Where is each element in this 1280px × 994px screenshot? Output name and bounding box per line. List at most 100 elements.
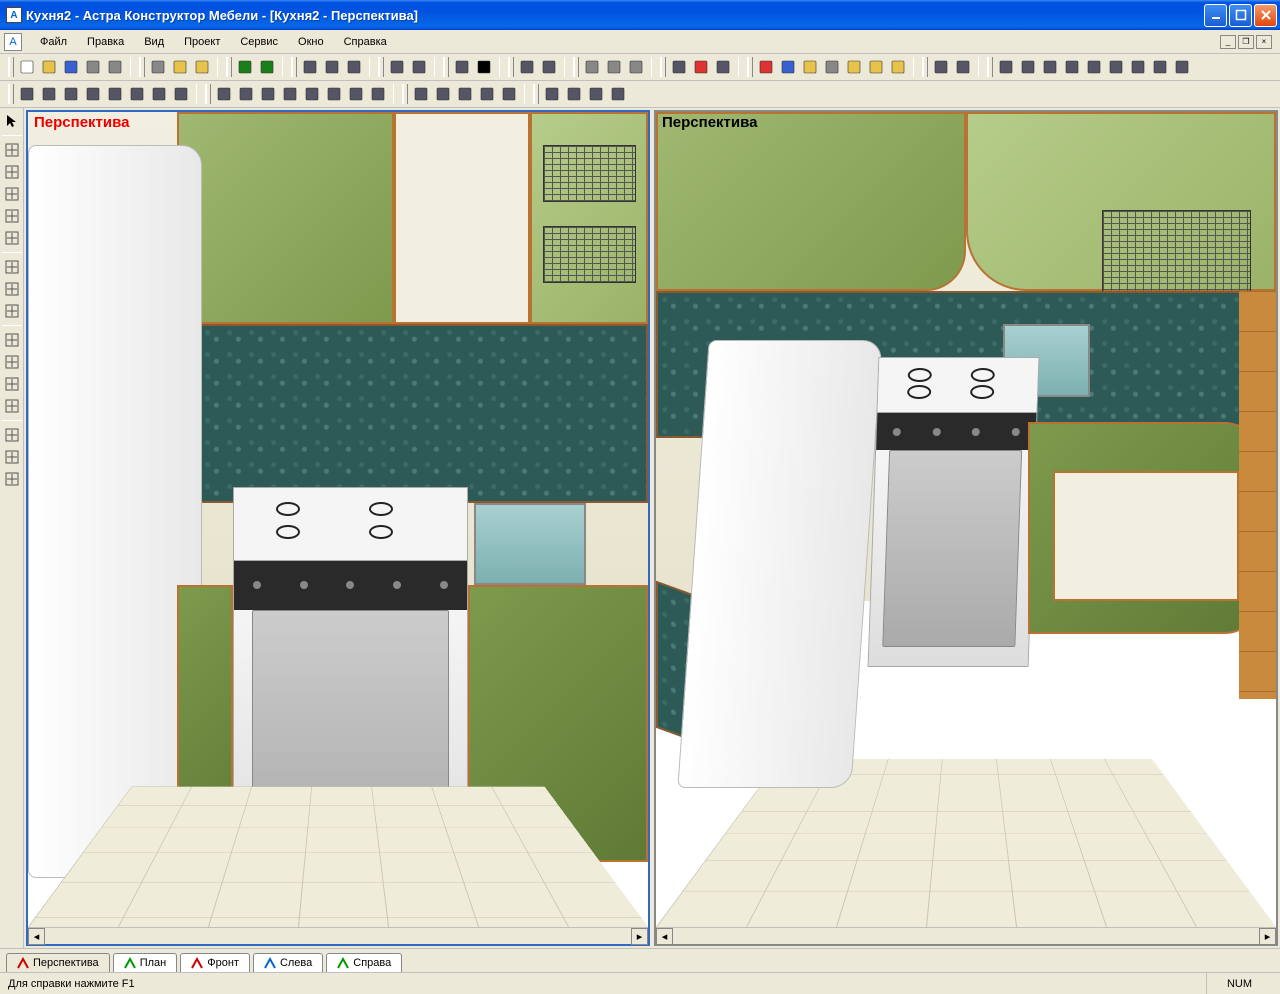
align4-icon[interactable] (279, 83, 301, 105)
ungroup-icon[interactable] (1, 446, 23, 468)
mat1-icon[interactable] (541, 83, 563, 105)
layout9-icon[interactable] (1171, 56, 1193, 78)
select-rect-icon[interactable] (1, 161, 23, 183)
layout3-icon[interactable] (1039, 56, 1061, 78)
snap5-icon[interactable] (104, 83, 126, 105)
snap-v2-icon[interactable] (1, 278, 23, 300)
print-preview-icon[interactable] (104, 56, 126, 78)
menu-item-5[interactable]: Окно (288, 33, 334, 51)
target-red-icon[interactable] (690, 56, 712, 78)
cube3-icon[interactable] (799, 56, 821, 78)
layers-icon[interactable] (1, 468, 23, 490)
layout7-icon[interactable] (1127, 56, 1149, 78)
obj-tri-icon[interactable] (476, 83, 498, 105)
snap7-icon[interactable] (148, 83, 170, 105)
layout4-icon[interactable] (1061, 56, 1083, 78)
redo-icon[interactable] (256, 56, 278, 78)
align8-icon[interactable] (367, 83, 389, 105)
viewport-right-canvas[interactable] (656, 112, 1276, 927)
minimize-button[interactable] (1204, 4, 1227, 27)
scroll-right-icon[interactable]: ▸ (1259, 928, 1276, 945)
mdi-minimize-button[interactable]: _ (1220, 35, 1236, 49)
cube6-icon[interactable] (865, 56, 887, 78)
pointer-icon[interactable] (1, 110, 23, 132)
target-box-icon[interactable] (712, 56, 734, 78)
open-file-icon[interactable] (38, 56, 60, 78)
snap-v3-icon[interactable] (1, 300, 23, 322)
cube7-icon[interactable] (887, 56, 909, 78)
menu-item-3[interactable]: Проект (174, 33, 230, 51)
align5-icon[interactable] (301, 83, 323, 105)
grid-icon[interactable] (321, 56, 343, 78)
zoom-in-icon[interactable] (603, 56, 625, 78)
window-icon[interactable] (668, 56, 690, 78)
paste-icon[interactable] (191, 56, 213, 78)
cube2-icon[interactable] (777, 56, 799, 78)
menu-item-4[interactable]: Сервис (230, 33, 288, 51)
cube1-icon[interactable] (755, 56, 777, 78)
viewport-left-canvas[interactable] (28, 112, 648, 927)
sheet-alt-icon[interactable] (538, 56, 560, 78)
menu-item-6[interactable]: Справка (334, 33, 397, 51)
view-tab-2[interactable]: Фронт (180, 953, 250, 972)
align1-icon[interactable] (213, 83, 235, 105)
snap8-icon[interactable] (170, 83, 192, 105)
panel2-icon[interactable] (952, 56, 974, 78)
table-icon[interactable] (299, 56, 321, 78)
layout2-icon[interactable] (1017, 56, 1039, 78)
view-tab-0[interactable]: Перспектива (6, 953, 110, 972)
rotate-r-icon[interactable] (1, 351, 23, 373)
underline-icon[interactable] (343, 56, 365, 78)
mat4-icon[interactable] (607, 83, 629, 105)
align2-icon[interactable] (235, 83, 257, 105)
cube4-icon[interactable] (821, 56, 843, 78)
obj-sphere-icon[interactable] (454, 83, 476, 105)
close-button[interactable] (1254, 4, 1277, 27)
snap2-icon[interactable] (38, 83, 60, 105)
panel-icon[interactable] (930, 56, 952, 78)
layout1-icon[interactable] (995, 56, 1017, 78)
menu-item-2[interactable]: Вид (134, 33, 174, 51)
align3-icon[interactable] (257, 83, 279, 105)
rotate-l-icon[interactable] (1, 329, 23, 351)
copy-icon[interactable] (169, 56, 191, 78)
undo-icon[interactable] (234, 56, 256, 78)
sum-icon[interactable] (473, 56, 495, 78)
save-icon[interactable] (60, 56, 82, 78)
flag-blue-icon[interactable] (408, 56, 430, 78)
print-icon[interactable] (82, 56, 104, 78)
flag-red-icon[interactable] (386, 56, 408, 78)
mat3-icon[interactable] (585, 83, 607, 105)
mat2-icon[interactable] (563, 83, 585, 105)
menu-item-0[interactable]: Файл (30, 33, 77, 51)
scroll-left-icon[interactable]: ◂ (28, 928, 45, 945)
viewport-left[interactable]: Перспектива (26, 110, 650, 946)
obj-custom-icon[interactable] (498, 83, 520, 105)
scroll-left-icon[interactable]: ◂ (656, 928, 673, 945)
viewport-right[interactable]: Перспектива (654, 110, 1278, 946)
mirror-h-icon[interactable] (1, 373, 23, 395)
menu-item-1[interactable]: Правка (77, 33, 134, 51)
mdi-app-icon[interactable]: A (4, 33, 22, 51)
hierarchy-icon[interactable] (451, 56, 473, 78)
scroll-right-icon[interactable]: ▸ (631, 928, 648, 945)
cube5-icon[interactable] (843, 56, 865, 78)
viewport-right-hscroll[interactable]: ◂ ▸ (656, 927, 1276, 944)
viewport-left-hscroll[interactable]: ◂ ▸ (28, 927, 648, 944)
view-tab-1[interactable]: План (113, 953, 178, 972)
scissors-icon[interactable] (1, 227, 23, 249)
snap1-icon[interactable] (16, 83, 38, 105)
zoom-fit-icon[interactable] (625, 56, 647, 78)
mirror-v-icon[interactable] (1, 395, 23, 417)
layout8-icon[interactable] (1149, 56, 1171, 78)
group-icon[interactable] (1, 424, 23, 446)
mdi-restore-button[interactable]: ❐ (1238, 35, 1254, 49)
snap-v1-icon[interactable] (1, 256, 23, 278)
view-tab-4[interactable]: Справа (326, 953, 402, 972)
snap3-icon[interactable] (60, 83, 82, 105)
layout5-icon[interactable] (1083, 56, 1105, 78)
obj-box-icon[interactable] (410, 83, 432, 105)
align6-icon[interactable] (323, 83, 345, 105)
align7-icon[interactable] (345, 83, 367, 105)
zoom-out-icon[interactable] (581, 56, 603, 78)
